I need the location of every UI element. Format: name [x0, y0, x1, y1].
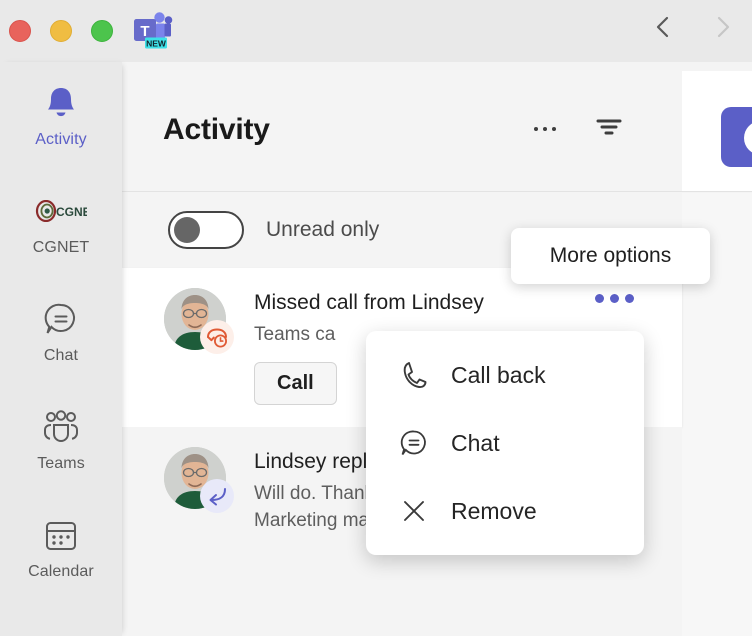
activity-item-context-menu: Call back Chat Remove [366, 331, 644, 555]
forward-button[interactable] [710, 14, 736, 40]
bell-icon [43, 83, 79, 123]
ellipsis-icon [534, 127, 556, 131]
back-button[interactable] [650, 14, 676, 40]
window-controls [9, 20, 113, 42]
sidebar-item-teams[interactable]: Teams [0, 386, 122, 494]
new-badge-label: NEW [146, 39, 167, 49]
sidebar-item-calendar[interactable]: Calendar [0, 494, 122, 602]
svg-text:CGNET: CGNET [56, 205, 87, 219]
svg-text:T: T [140, 23, 149, 40]
phone-icon [396, 360, 432, 390]
context-menu-item-remove[interactable]: Remove [366, 477, 644, 545]
close-x-icon [396, 497, 432, 525]
teams-app-window: T NEW Activity CGNE CGNET Chat Teams Cal… [0, 0, 752, 636]
toggle-knob [174, 217, 200, 243]
sidebar-item-label: Chat [43, 347, 79, 364]
activity-header: Activity [122, 62, 682, 192]
reply-arrow-icon [200, 479, 234, 514]
sidebar-item-activity[interactable]: Activity [0, 62, 122, 170]
maximize-window-button[interactable] [91, 20, 113, 42]
context-menu-item-label: Remove [451, 497, 537, 524]
activity-item-more-options-button[interactable] [595, 294, 634, 303]
sidebar-item-chat[interactable]: Chat [0, 278, 122, 386]
sidebar-item-label: Activity [35, 131, 87, 148]
cgnet-logo-icon: CGNET [35, 191, 87, 231]
sidebar-item-cgnet[interactable]: CGNET CGNET [0, 170, 122, 278]
teams-people-icon [41, 407, 81, 447]
right-detail-pane [682, 62, 752, 636]
close-window-button[interactable] [9, 20, 31, 42]
sidebar-item-label: Calendar [28, 563, 94, 580]
avatar-with-badge [164, 447, 234, 514]
more-options-tooltip: More options [511, 228, 710, 284]
context-menu-item-chat[interactable]: Chat [366, 409, 644, 477]
header-filter-button[interactable] [590, 110, 628, 148]
activity-item-title: Missed call from Lindsey [254, 291, 484, 314]
missed-call-icon [200, 320, 234, 354]
unread-only-label: Unread only [266, 218, 380, 241]
unread-only-toggle[interactable] [168, 211, 244, 249]
avatar-with-badge [164, 288, 234, 354]
filter-icon [594, 114, 624, 145]
context-menu-item-label: Chat [451, 429, 500, 456]
chat-bubble-icon [42, 299, 80, 339]
right-pane-header [682, 71, 752, 192]
app-sidebar: Activity CGNET CGNET Chat [0, 62, 122, 636]
sidebar-item-label: CGNET [32, 239, 90, 256]
calendar-icon [42, 515, 80, 555]
context-menu-item-label: Call back [451, 361, 546, 388]
context-menu-item-call-back[interactable]: Call back [366, 341, 644, 409]
sidebar-item-label: Teams [37, 455, 85, 472]
page-title: Activity [163, 113, 270, 146]
header-more-options-button[interactable] [526, 110, 564, 148]
chat-bubble-icon [396, 428, 432, 458]
call-back-button[interactable]: Call [254, 362, 337, 406]
minimize-window-button[interactable] [50, 20, 72, 42]
window-titlebar: T NEW [0, 0, 752, 62]
microsoft-teams-icon[interactable]: T NEW [129, 9, 173, 53]
navigation-arrows [650, 14, 736, 40]
